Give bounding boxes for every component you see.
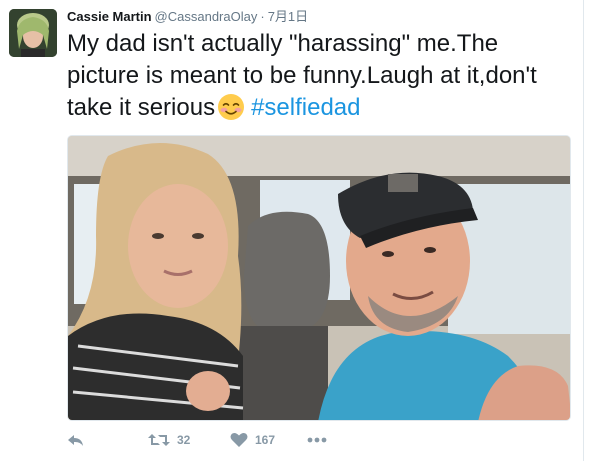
column-divider [583, 0, 584, 461]
author-avatar[interactable] [9, 9, 57, 57]
tweet-photo[interactable] [67, 135, 571, 421]
author-username[interactable]: @CassandraOlay [155, 9, 258, 24]
more-button[interactable] [307, 430, 327, 450]
reply-icon [67, 432, 85, 448]
smiling-face-with-blush-emoji-icon [217, 93, 245, 121]
header-separator: · [260, 9, 265, 24]
retweet-icon [148, 432, 170, 448]
retweet-button[interactable]: 32 [148, 430, 190, 450]
retweet-count: 32 [177, 433, 191, 447]
like-count: 167 [255, 433, 276, 447]
more-icon [307, 437, 327, 443]
author-full-name[interactable]: Cassie Martin [67, 9, 152, 24]
tweet-header: Cassie Martin @CassandraOlay · 7月1日 [67, 9, 308, 25]
tweet-timestamp[interactable]: 7月1日 [268, 9, 308, 24]
reply-button[interactable] [67, 430, 85, 450]
like-button[interactable]: 167 [230, 430, 275, 450]
tweet-text: My dad isn't actually "harassing" me.The… [67, 28, 567, 124]
heart-icon [230, 432, 248, 448]
hashtag-link[interactable]: #selfiedad [251, 94, 360, 121]
tweet-actions: 32 167 [67, 430, 467, 450]
